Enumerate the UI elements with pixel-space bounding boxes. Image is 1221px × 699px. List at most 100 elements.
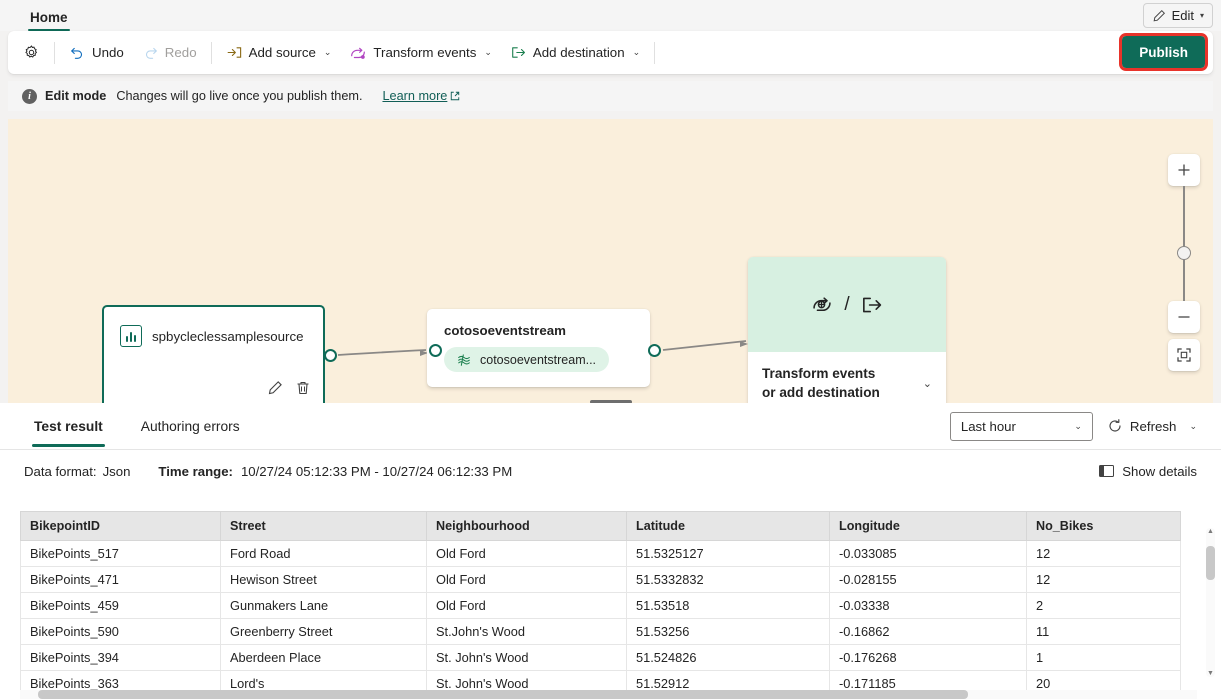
eventstream-input-port[interactable] [429, 344, 442, 357]
eventstream-output-port[interactable] [648, 344, 661, 357]
table-cell: 12 [1027, 567, 1181, 593]
edit-mode-button[interactable]: Edit ▾ [1143, 3, 1213, 28]
chevron-down-icon: ⌄ [324, 47, 332, 58]
redo-button[interactable]: Redo [133, 37, 206, 68]
settings-button[interactable] [14, 37, 49, 68]
horizontal-scroll-thumb[interactable] [38, 690, 968, 699]
table-row[interactable]: BikePoints_363Lord'sSt. John's Wood51.52… [21, 671, 1181, 691]
data-format-value: Json [103, 464, 131, 479]
plus-icon [1176, 162, 1192, 178]
eventstream-chip[interactable]: cotosoeventstream... [444, 347, 609, 372]
edit-mode-title: Edit mode [45, 89, 106, 103]
eventstream-editor: Home Edit ▾ Undo [0, 0, 1221, 699]
results-meta-bar: Data format: Json Time range: 10/27/24 0… [0, 450, 1221, 492]
table-cell: BikePoints_471 [21, 567, 221, 593]
time-range-select-value: Last hour [961, 419, 1016, 434]
import-arrow-icon [226, 44, 243, 61]
tab-home[interactable]: Home [22, 6, 76, 31]
pencil-icon [267, 380, 283, 396]
add-source-button[interactable]: Add source ⌄ [217, 37, 341, 68]
table-cell: Aberdeen Place [221, 645, 427, 671]
transform-node-label: Transform events or add destination [762, 365, 892, 402]
table-row[interactable]: BikePoints_394Aberdeen PlaceSt. John's W… [21, 645, 1181, 671]
edit-source-button[interactable] [267, 380, 283, 399]
undo-button[interactable]: Undo [60, 37, 133, 68]
scroll-up-arrow-icon[interactable]: ▲ [1206, 528, 1215, 535]
table-cell: Old Ford [427, 593, 627, 619]
zoom-in-button[interactable] [1168, 154, 1200, 186]
canvas-node-transform-placeholder[interactable]: / Transform events or add destination ⌄ [748, 257, 946, 406]
ribbon-tab-row: Home Edit ▾ [0, 0, 1221, 31]
table-row[interactable]: BikePoints_459Gunmakers LaneOld Ford51.5… [21, 593, 1181, 619]
canvas-node-eventstream[interactable]: cotosoeventstream cotosoeventstream... [427, 309, 650, 387]
tab-test-result-label: Test result [34, 419, 103, 434]
pencil-icon [1152, 9, 1166, 23]
table-vertical-scrollbar[interactable]: ▲ ▼ [1206, 528, 1215, 677]
column-header[interactable]: Neighbourhood [427, 512, 627, 541]
delete-source-button[interactable] [295, 380, 311, 399]
table-row[interactable]: BikePoints_471Hewison StreetOld Ford51.5… [21, 567, 1181, 593]
refresh-button[interactable]: Refresh ⌄ [1101, 412, 1203, 441]
show-details-button[interactable]: Show details [1099, 464, 1197, 479]
edit-mode-message: Changes will go live once you publish th… [116, 89, 362, 103]
eventstream-canvas[interactable]: spbycleclessamplesource cotosoeve [8, 119, 1213, 406]
chevron-down-icon: ⌄ [484, 47, 492, 58]
results-table-container[interactable]: BikepointIDStreetNeighbourhoodLatitudeLo… [20, 511, 1201, 690]
publish-label: Publish [1139, 45, 1188, 60]
source-node-actions [267, 380, 311, 399]
data-format-label: Data format: [24, 464, 97, 479]
edit-button-label: Edit [1172, 8, 1194, 23]
zoom-slider-handle[interactable] [1177, 246, 1191, 260]
column-header[interactable]: BikepointID [21, 512, 221, 541]
transform-icon [349, 44, 367, 62]
table-cell: BikePoints_517 [21, 541, 221, 567]
results-tab-bar: Test result Authoring errors Last hour ⌄… [0, 403, 1221, 450]
table-horizontal-scrollbar[interactable] [20, 690, 1197, 699]
canvas-node-source[interactable]: spbycleclessamplesource [102, 305, 325, 406]
tab-authoring-errors[interactable]: Authoring errors [131, 406, 250, 447]
scroll-down-arrow-icon[interactable]: ▼ [1206, 670, 1215, 677]
table-cell: 51.5332832 [627, 567, 830, 593]
table-cell: 51.53256 [627, 619, 830, 645]
zoom-slider-track [1183, 186, 1185, 301]
column-header[interactable]: Street [221, 512, 427, 541]
column-header[interactable]: Longitude [830, 512, 1027, 541]
connector-stream-to-transform [663, 341, 746, 350]
chevron-down-icon: ⌄ [633, 47, 641, 58]
minus-icon [1176, 309, 1192, 325]
table-cell: 51.5325127 [627, 541, 830, 567]
learn-more-label: Learn more [382, 89, 447, 103]
fit-to-view-button[interactable] [1168, 339, 1200, 371]
vertical-scroll-thumb[interactable] [1206, 546, 1215, 580]
tab-test-result[interactable]: Test result [24, 406, 113, 447]
transform-events-icon [810, 293, 834, 317]
table-cell: St. John's Wood [427, 671, 627, 691]
tab-home-label: Home [30, 10, 68, 25]
connector-source-to-stream [338, 350, 426, 355]
zoom-out-button[interactable] [1168, 301, 1200, 333]
column-header[interactable]: Latitude [627, 512, 830, 541]
table-row[interactable]: BikePoints_517Ford RoadOld Ford51.532512… [21, 541, 1181, 567]
table-cell: Hewison Street [221, 567, 427, 593]
trash-icon [295, 380, 311, 396]
table-cell: 11 [1027, 619, 1181, 645]
publish-button[interactable]: Publish [1122, 36, 1205, 68]
table-cell: St.John's Wood [427, 619, 627, 645]
transform-node-icons: / [748, 257, 946, 352]
table-row[interactable]: BikePoints_590Greenberry StreetSt.John's… [21, 619, 1181, 645]
table-cell: Ford Road [221, 541, 427, 567]
export-arrow-icon [510, 44, 527, 61]
source-output-port[interactable] [324, 349, 337, 362]
transform-events-button[interactable]: Transform events ⌄ [340, 37, 501, 68]
zoom-slider[interactable] [1168, 186, 1200, 301]
chevron-down-icon: ⌄ [923, 377, 932, 390]
time-range-select[interactable]: Last hour ⌄ [950, 412, 1093, 441]
time-range-value: 10/27/24 05:12:33 PM - 10/27/24 06:12:33… [241, 464, 512, 479]
add-destination-button[interactable]: Add destination ⌄ [501, 37, 649, 68]
command-bar: Undo Redo Add source ⌄ [8, 31, 1213, 74]
learn-more-link[interactable]: Learn more [382, 89, 460, 103]
add-destination-label: Add destination [533, 45, 625, 60]
source-node-name: spbycleclessamplesource [152, 329, 304, 344]
refresh-label: Refresh [1130, 419, 1177, 434]
column-header[interactable]: No_Bikes [1027, 512, 1181, 541]
